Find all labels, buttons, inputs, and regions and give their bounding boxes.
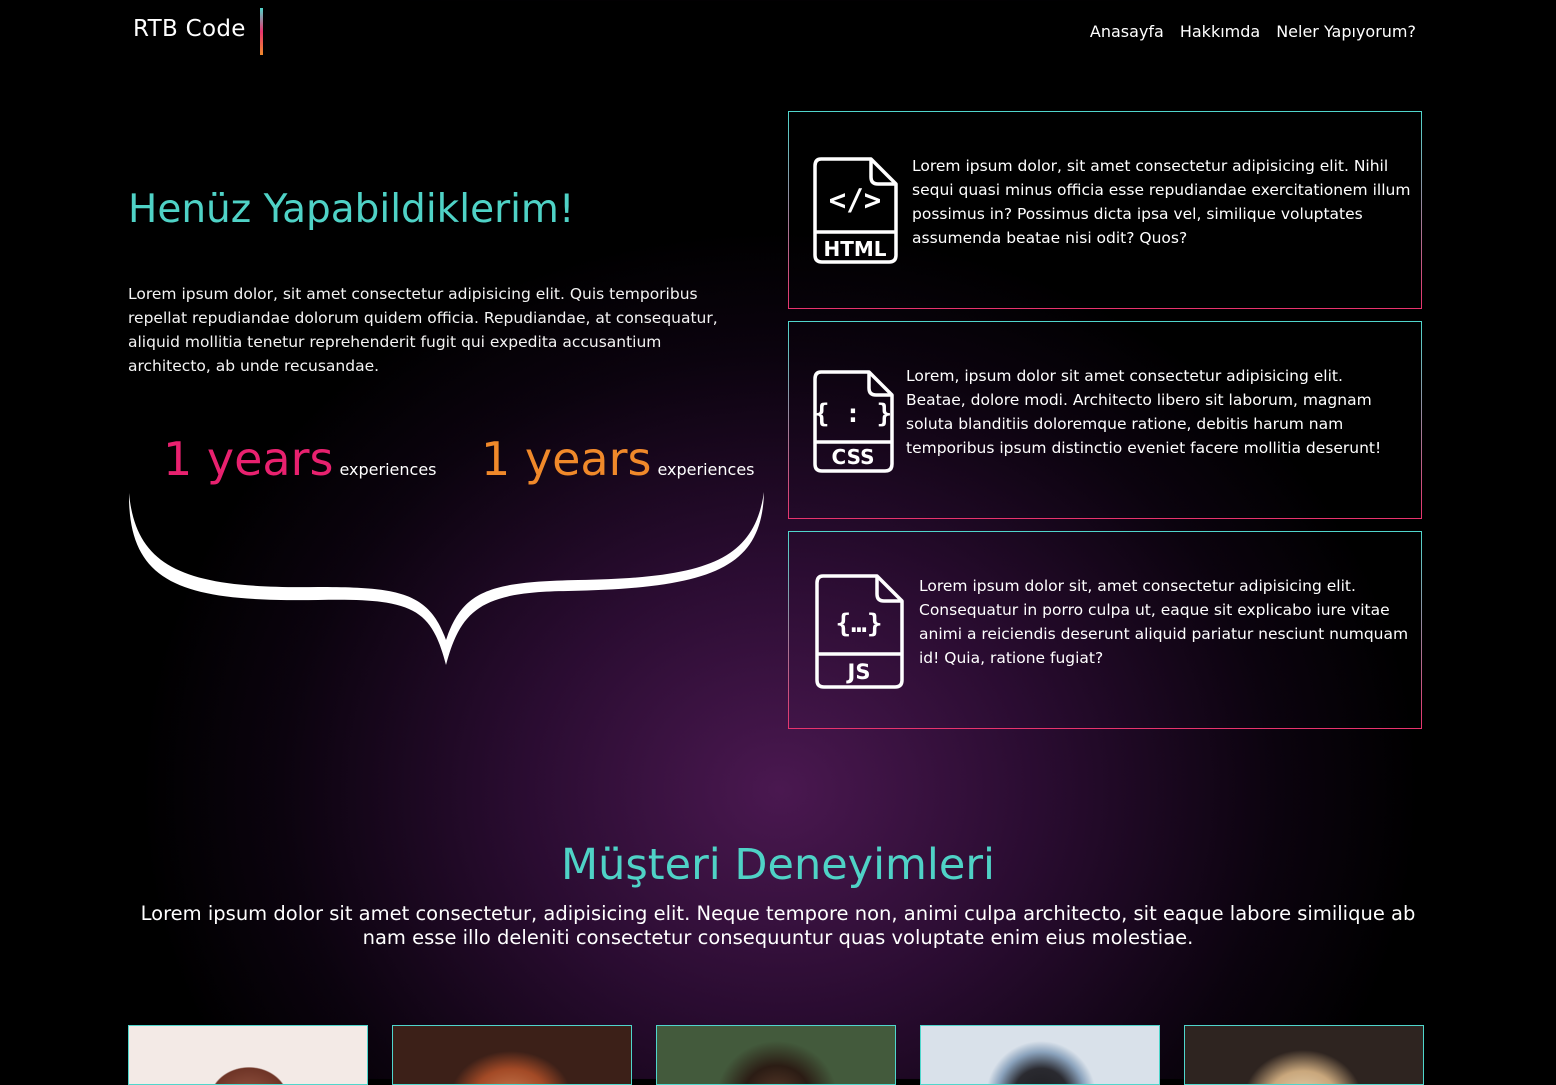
css-file-icon: { : } CSS [813,370,894,473]
logo-accent-bar [260,8,263,55]
site-logo[interactable]: RTB Code [133,16,246,42]
stat-value: 1 years [481,432,652,486]
hero-text: Lorem ipsum dolor, sit amet consectetur … [128,285,718,375]
main-menu: Anasayfa Hakkımda Neler Yapıyorum? [1090,22,1416,41]
html-file-icon: </> HTML [813,157,898,264]
client-photo-5 [1184,1025,1424,1085]
client-photo-1 [128,1025,368,1085]
skill-card-js: {…} JS Lorem ipsum dolor sit, amet conse… [788,531,1422,729]
testimonials-title: Müşteri Deneyimleri [561,840,995,890]
stat-label: experiences [339,460,437,479]
client-photo-2 [392,1025,632,1085]
html-symbol: </> [829,183,881,217]
client-photo-3 [656,1025,896,1085]
hero-title: Henüz Yapabildiklerim! [128,187,575,232]
experience-stat-1: 1 years experiences [163,432,437,486]
nav-link-home[interactable]: Anasayfa [1090,22,1164,41]
js-symbol: {…} [836,609,883,639]
nav-link-services[interactable]: Neler Yapıyorum? [1276,22,1416,41]
nav-link-about[interactable]: Hakkımda [1180,22,1260,41]
js-badge: JS [846,660,871,684]
testimonials-text: Lorem ipsum dolor sit amet consectetur, … [140,902,1416,949]
stat-value: 1 years [163,432,334,486]
html-badge: HTML [823,237,886,261]
skill-card-css: { : } CSS Lorem, ipsum dolor sit amet co… [788,321,1422,519]
skill-card-html: </> HTML Lorem ipsum dolor, sit amet con… [788,111,1422,309]
css-symbol: { : } [814,399,892,429]
client-photo-4 [920,1025,1160,1085]
experience-stat-2: 1 years experiences [481,432,755,486]
stat-label: experiences [657,460,755,479]
curly-brace-decoration [128,492,764,665]
top-navbar: RTB Code Anasayfa Hakkımda Neler Yapıyor… [0,0,1556,62]
js-file-icon: {…} JS [815,574,904,689]
skill-description: Lorem ipsum dolor sit, amet consectetur … [919,577,1409,667]
skill-description: Lorem ipsum dolor, sit amet consectetur … [912,157,1411,247]
css-badge: CSS [832,445,875,469]
skill-description: Lorem, ipsum dolor sit amet consectetur … [906,367,1382,457]
